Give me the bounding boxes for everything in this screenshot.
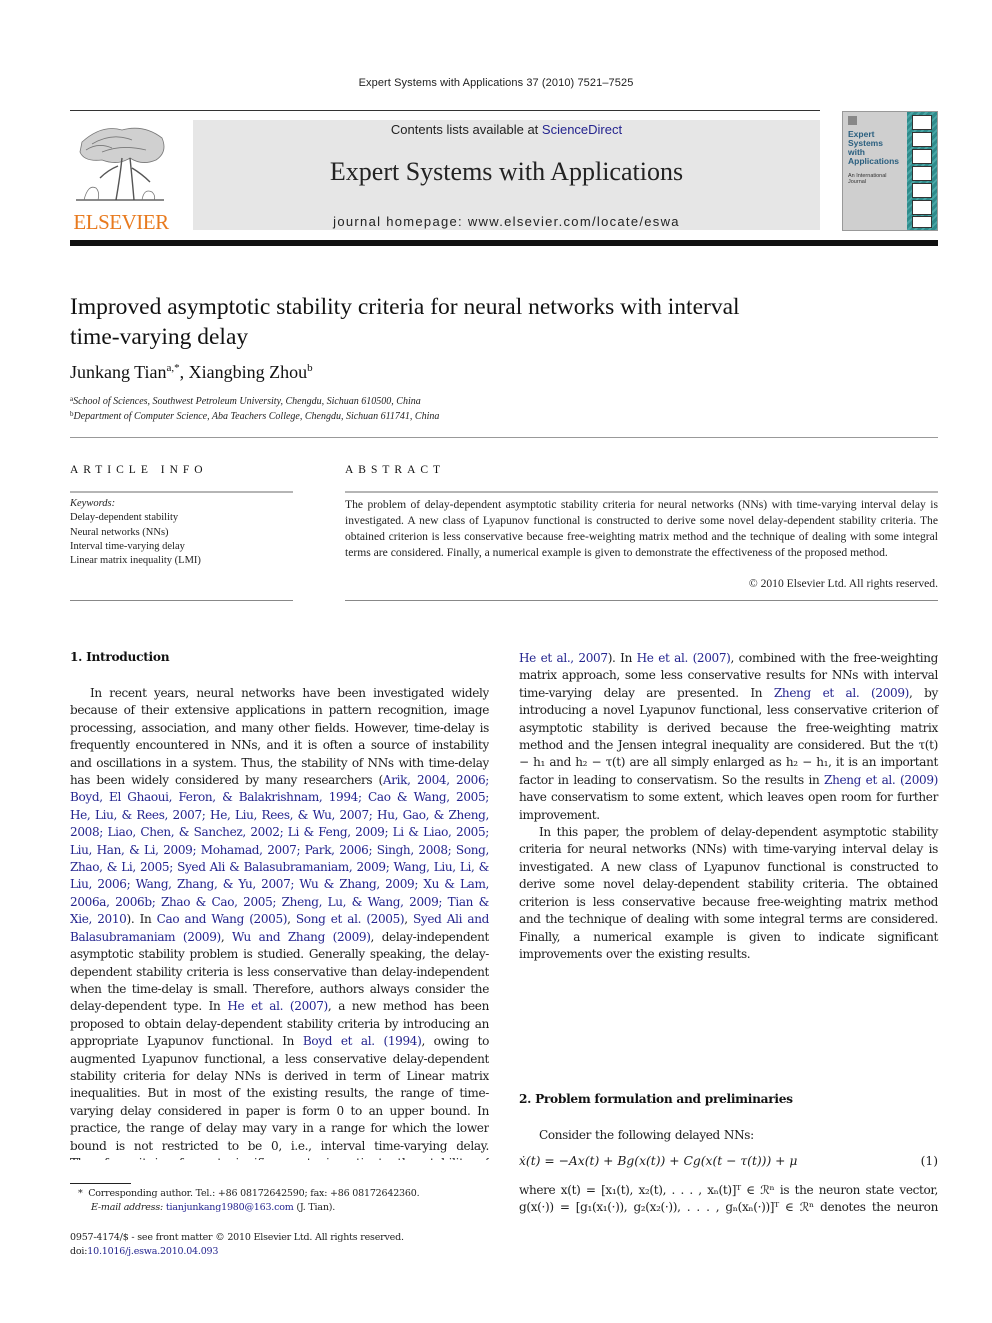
keyword: Interval time-varying delay	[70, 540, 185, 552]
abstract-bottom-rule	[345, 600, 938, 601]
citation-he-2007[interactable]: He et al. (2007)	[227, 999, 328, 1013]
citation-he-2007-paren[interactable]: He et al., 2007	[519, 651, 608, 665]
issn-line: 0957-4174/$ - see front matter © 2010 El…	[70, 1232, 404, 1243]
equation-1: ẋ(t) = −Ax(t) + Bg(x(t)) + Cg(x(t − τ(t)…	[519, 1154, 798, 1168]
citation-he-2007-b[interactable]: He et al. (2007)	[637, 651, 731, 665]
cover-logo-icon	[848, 116, 857, 125]
author-sup: a,*	[166, 362, 180, 374]
journal-cover[interactable]: Expert Systems with Applications An Inte…	[842, 111, 938, 231]
author-sup: b	[307, 362, 313, 374]
contents-line: Contents lists available at ScienceDirec…	[193, 122, 820, 137]
article-info-label: ARTICLE INFO	[70, 464, 208, 476]
intro-paragraph-1: In recent years, neural networks have be…	[70, 686, 489, 1160]
citation-zheng-2009-b[interactable]: Zheng et al. (2009)	[824, 773, 938, 787]
citation-list[interactable]: Arik, 2004, 2006; Boyd, El Ghaoui, Feron…	[70, 773, 489, 926]
header-thick-rule	[70, 240, 938, 246]
cover-caduceus-icon	[912, 216, 932, 228]
intro-paragraph-2: In this paper, the problem of delay-depe…	[519, 825, 938, 961]
citation-song[interactable]: Song et al. (2005)	[296, 912, 405, 926]
citation-cao-wang[interactable]: Cao and Wang (2005)	[157, 912, 288, 926]
contents-prefix: Contents lists available at	[390, 122, 542, 137]
citation-wu-zhang[interactable]: Wu and Zhang (2009)	[232, 930, 371, 944]
citation-zheng-2009[interactable]: Zheng et al. (2009)	[774, 686, 909, 700]
section-1-heading: 1. Introduction	[70, 650, 170, 664]
cover-subtitle: An International Journal	[848, 173, 887, 185]
author-list: Junkang Tiana,*, Xiangbing Zhoub	[70, 362, 313, 382]
where-line-1: where x(t) = [x₁(t), x₂(t), . . . , xₙ(t…	[519, 1183, 938, 1197]
keywords-label: Keywords:	[70, 498, 116, 509]
affiliation-a: aSchool of Sciences, Southwest Petroleum…	[70, 395, 421, 407]
running-head: Expert Systems with Applications 37 (201…	[358, 77, 634, 89]
email-link[interactable]: tianjunkang1980@163.com	[166, 1202, 294, 1213]
intro-paragraph-1-cont: He et al., 2007). In He et al. (2007), c…	[519, 651, 939, 822]
footnote-rule	[70, 1183, 131, 1184]
cover-scales-icon	[912, 166, 932, 181]
journal-homepage: journal homepage: www.elsevier.com/locat…	[193, 214, 820, 229]
where-line-2: g(x(·)) = [g₁(x₁(·)), g₂(x₂(·)), . . . ,…	[519, 1200, 938, 1214]
journal-banner: Contents lists available at ScienceDirec…	[193, 120, 820, 230]
article-info-bottom-rule	[70, 600, 293, 601]
elsevier-logo[interactable]: ELSEVIER	[70, 118, 170, 234]
author-name[interactable]: Junkang Tian	[70, 362, 167, 382]
homepage-link[interactable]: www.elsevier.com/locate/eswa	[468, 214, 680, 229]
left-column: In recent years, neural networks have be…	[70, 685, 489, 1160]
abstract-rule	[345, 491, 938, 493]
sciencedirect-link[interactable]: ScienceDirect	[542, 122, 622, 137]
cover-hand-icon	[912, 200, 932, 215]
cover-pattern	[907, 112, 937, 230]
cover-bars-icon	[912, 149, 932, 164]
cover-globe-icon	[912, 132, 932, 147]
keywords-block: Keywords: Delay-dependent stability Neur…	[70, 497, 201, 568]
cover-steering-icon	[912, 115, 932, 130]
journal-title: Expert Systems with Applications	[329, 157, 684, 186]
divider	[70, 437, 938, 438]
doi-line: doi:10.1016/j.eswa.2010.04.093	[70, 1246, 219, 1257]
keyword: Neural networks (NNs)	[70, 526, 169, 538]
keyword: Delay-dependent stability	[70, 512, 179, 524]
footnote-corresponding: * Corresponding author. Tel.: +86 081726…	[78, 1188, 420, 1199]
abstract-text: The problem of delay-dependent asymptoti…	[345, 498, 938, 559]
section-2-heading: 2. Problem formulation and preliminaries	[519, 1092, 793, 1106]
cover-title: Expert Systems with Applications	[848, 129, 900, 166]
publisher-name: ELSEVIER	[73, 210, 169, 234]
doi-link[interactable]: 10.1016/j.eswa.2010.04.093	[87, 1246, 218, 1257]
homepage-prefix: journal homepage:	[333, 214, 468, 229]
citation-boyd[interactable]: Boyd et al. (1994)	[303, 1034, 422, 1048]
footnote-email: E-mail address: tianjunkang1980@163.com …	[91, 1202, 336, 1213]
equation-number: (1)	[920, 1154, 938, 1168]
author-name[interactable]: Xiangbing Zhou	[189, 362, 308, 382]
tree-icon	[76, 127, 165, 201]
keyword: Linear matrix inequality (LMI)	[70, 555, 201, 567]
header-rule	[70, 110, 820, 111]
affiliation-b: bDepartment of Computer Science, Aba Tea…	[70, 410, 440, 422]
cover-microscope-icon	[912, 183, 932, 198]
right-column: He et al., 2007). In He et al. (2007), c…	[519, 650, 938, 963]
article-title: Improved asymptotic stability criteria f…	[70, 294, 740, 350]
article-info-rule	[70, 491, 293, 493]
section-2-intro: Consider the following delayed NNs:	[539, 1128, 754, 1142]
abstract-label: ABSTRACT	[345, 464, 446, 476]
abstract-copyright: © 2010 Elsevier Ltd. All rights reserved…	[748, 577, 938, 590]
